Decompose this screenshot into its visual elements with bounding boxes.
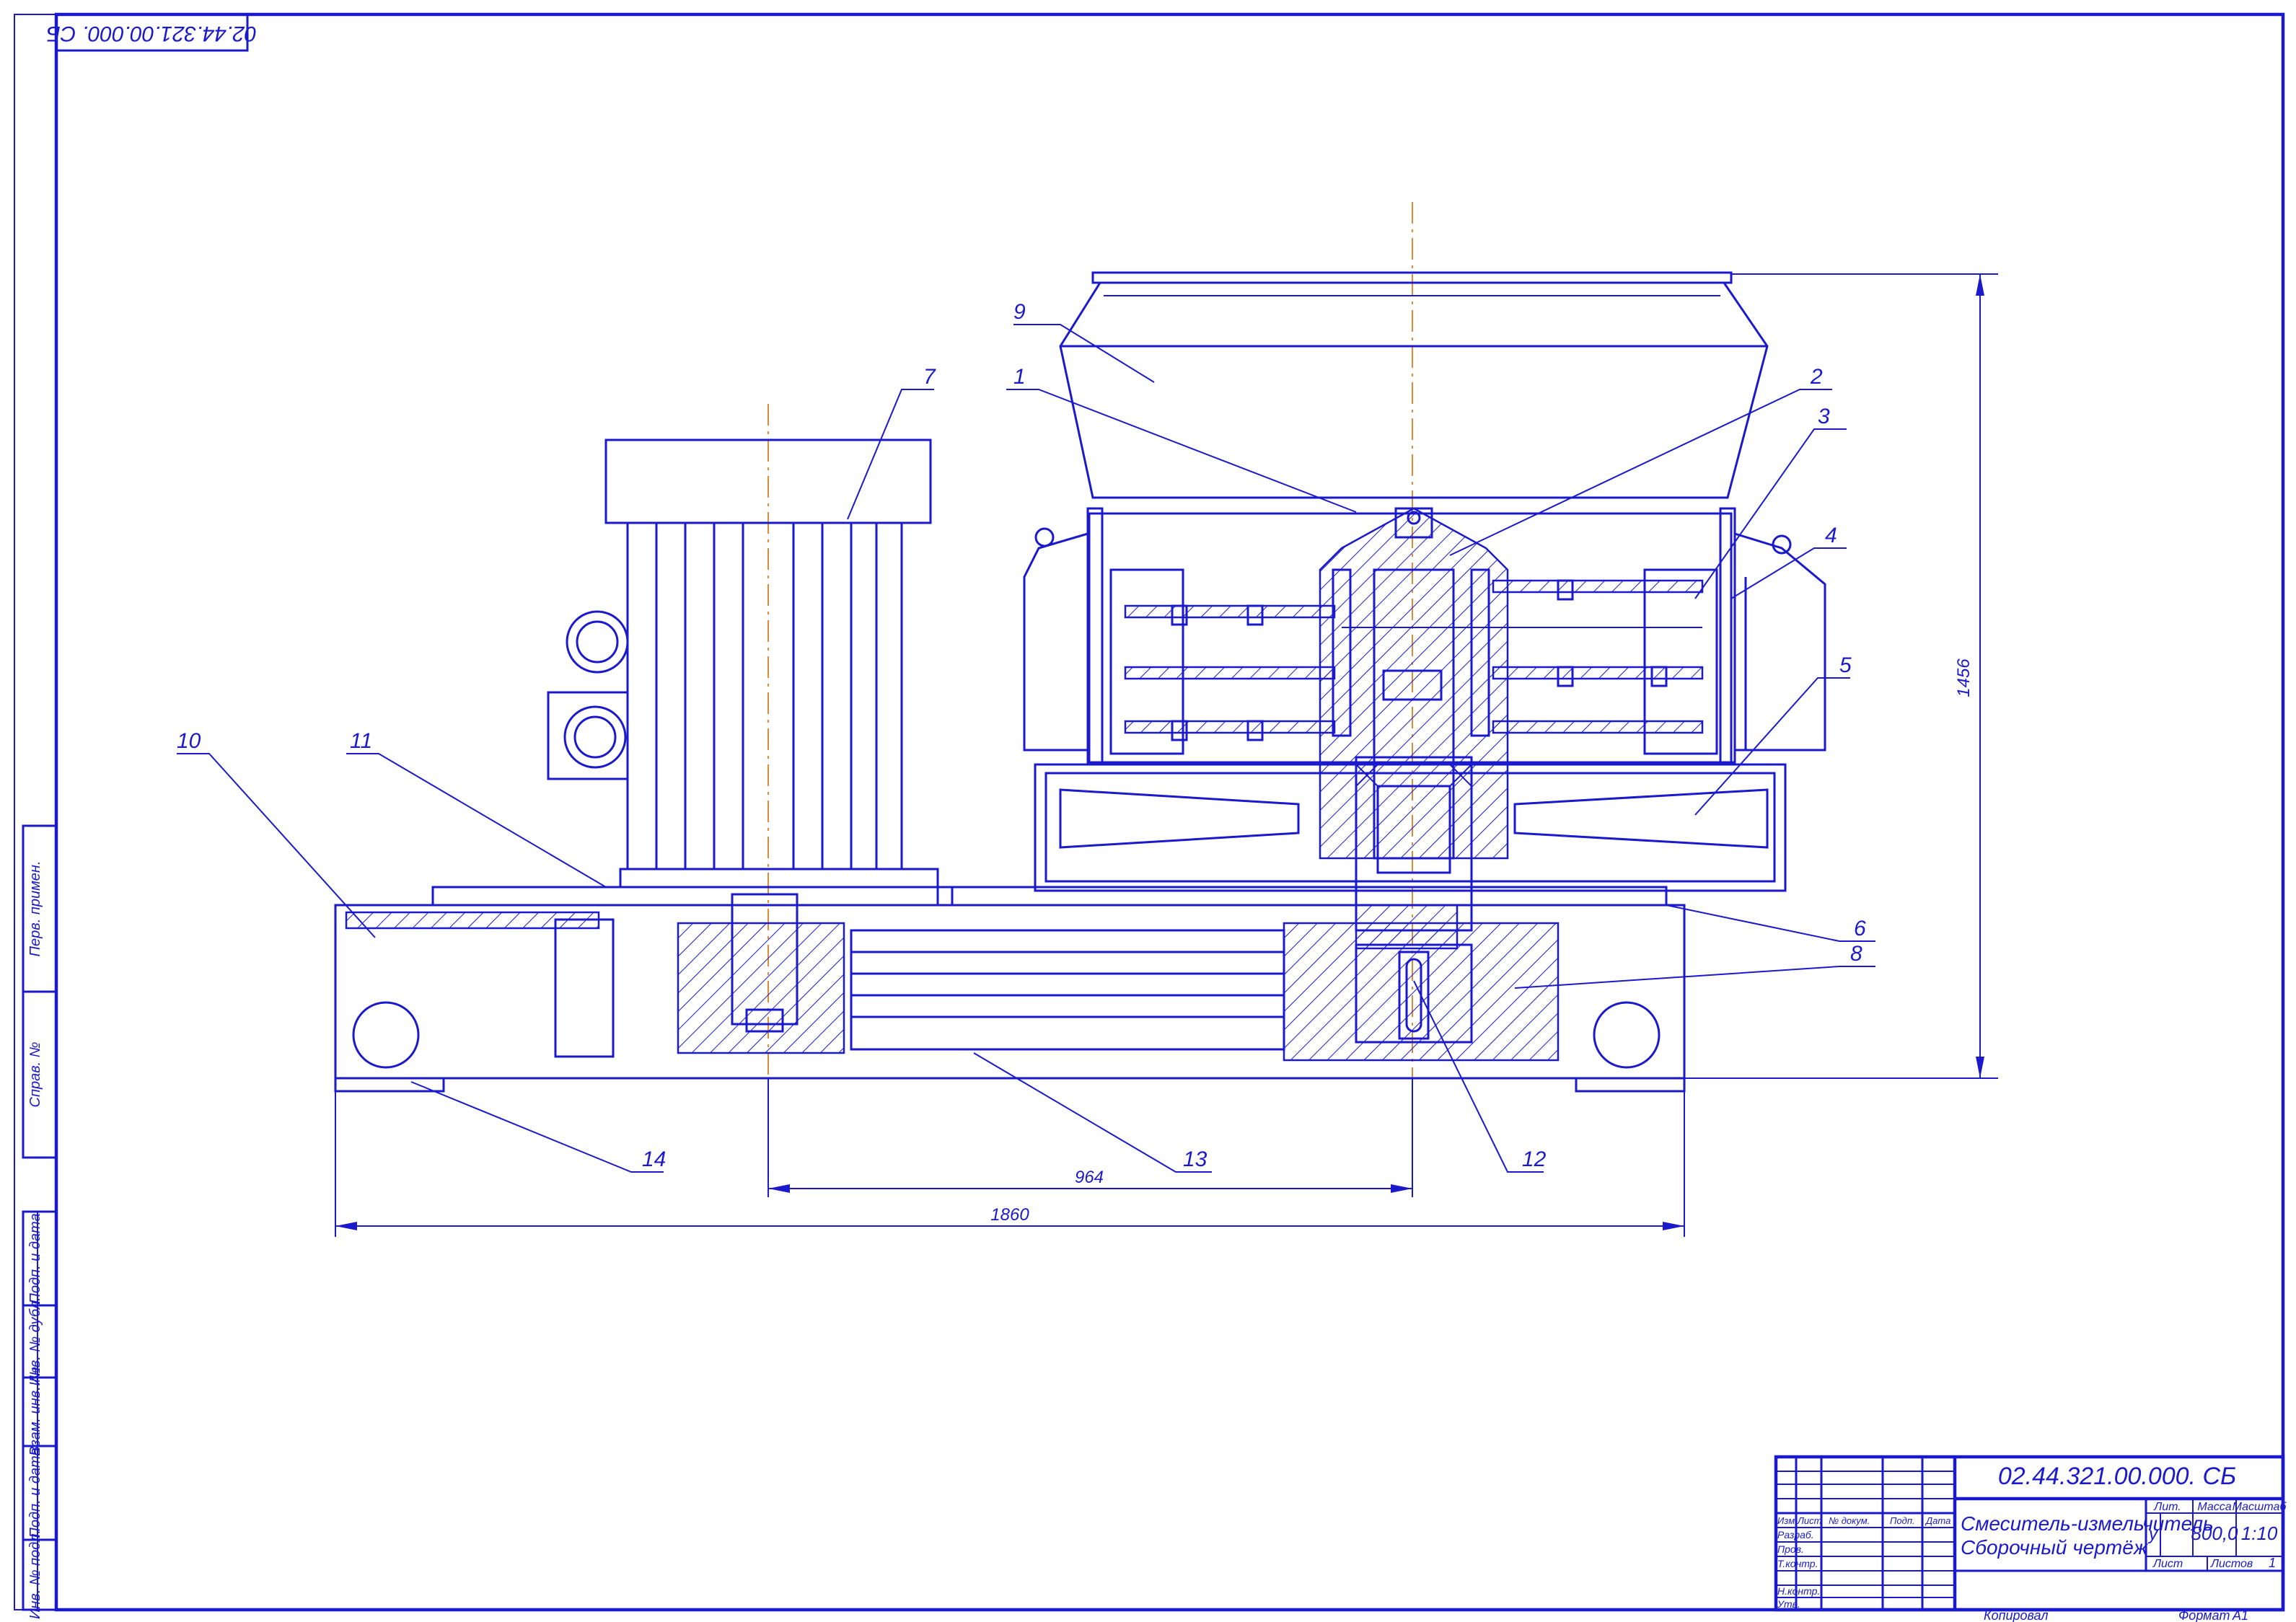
callout-4: 4 bbox=[1825, 524, 1837, 547]
tb-h-scale: Масштаб bbox=[2233, 1501, 2287, 1513]
side-vzam: Взам. инв. № bbox=[27, 1367, 43, 1456]
callout-2: 2 bbox=[1810, 365, 1823, 389]
dim-shaft-distance: 964 bbox=[1075, 1168, 1104, 1187]
corner-code: 02.44.321.00.000. СБ bbox=[46, 22, 256, 45]
tb-nkontr: Н.контр. bbox=[1777, 1585, 1820, 1597]
tb-h-date: Дата bbox=[1925, 1515, 1950, 1526]
corner-code-box: 02.44.321.00.000. СБ bbox=[46, 13, 257, 52]
leaders bbox=[177, 324, 1875, 1173]
tb-h-doc: № докум. bbox=[1829, 1515, 1870, 1526]
callout-5: 5 bbox=[1839, 653, 1852, 677]
dim-height: 1456 bbox=[1954, 658, 1974, 697]
tb-tkontr: Т.контр. bbox=[1777, 1558, 1818, 1569]
callout-9: 9 bbox=[1013, 300, 1026, 324]
dim-length: 1860 bbox=[990, 1205, 1029, 1225]
tb-title-1: Смеситель-измельчитель bbox=[1961, 1512, 2214, 1535]
central-hub bbox=[1319, 507, 1509, 932]
callout-14: 14 bbox=[642, 1147, 666, 1171]
format-value: А1 bbox=[2232, 1608, 2248, 1622]
callout-1: 1 bbox=[1013, 365, 1026, 389]
motor bbox=[547, 438, 939, 889]
tb-code: 02.44.321.00.000. СБ bbox=[1998, 1463, 2236, 1490]
assembly-drawing: 02.44.321.00.000. СБ Перв. примен. Справ… bbox=[14, 12, 2287, 1622]
tb-h-izm: Изм. bbox=[1777, 1515, 1798, 1526]
tb-title-2: Сборочный чертёж bbox=[1961, 1536, 2149, 1559]
hopper bbox=[1059, 271, 1769, 499]
callout-8: 8 bbox=[1850, 942, 1862, 966]
inner-frame bbox=[54, 12, 2285, 1612]
copied-label: Копировал bbox=[1984, 1608, 2049, 1622]
tb-litera: у bbox=[2147, 1525, 2159, 1544]
title-block: 02.44.321.00.000. СБ Смеситель-измельчит… bbox=[1774, 1455, 2287, 1612]
tb-h-mass: Масса bbox=[2197, 1501, 2231, 1513]
tb-h-sign: Подп. bbox=[1890, 1515, 1915, 1526]
base-frame bbox=[334, 886, 1686, 1093]
tb-scale: 1:10 bbox=[2241, 1522, 2278, 1544]
callout-10: 10 bbox=[177, 729, 201, 753]
tb-h-sheets: Листов bbox=[2210, 1558, 2253, 1570]
side-stamp: Перв. примен. Справ. № Подп. и дата Инв.… bbox=[22, 824, 58, 1619]
callout-6: 6 bbox=[1854, 917, 1866, 940]
callout-12: 12 bbox=[1522, 1147, 1547, 1171]
side-podp2: Подп. и дата bbox=[27, 1447, 43, 1538]
outer-frame bbox=[14, 14, 2284, 1610]
callout-13: 13 bbox=[1183, 1147, 1208, 1171]
tb-sheet-count: 1 bbox=[2269, 1556, 2276, 1570]
callout-7: 7 bbox=[923, 365, 936, 389]
tb-h-sheet: Лист bbox=[2152, 1558, 2183, 1570]
tb-razrab: Разраб. bbox=[1777, 1529, 1814, 1541]
tb-mass: 800,0 bbox=[2191, 1522, 2238, 1544]
side-perv: Перв. примен. bbox=[27, 861, 43, 957]
callout-3: 3 bbox=[1818, 405, 1830, 428]
side-sprav: Справ. № bbox=[27, 1042, 43, 1108]
callout-11: 11 bbox=[350, 729, 372, 753]
tb-prov: Пров. bbox=[1777, 1543, 1804, 1555]
side-podp1: Подп. и дата bbox=[27, 1213, 43, 1303]
callouts: 9 1 2 3 4 5 7 10 11 6 8 12 13 14 bbox=[177, 300, 1866, 1171]
tb-h-list: Лист bbox=[1797, 1515, 1822, 1526]
tb-utv: Утв. bbox=[1777, 1598, 1800, 1610]
format-label: Формат bbox=[2178, 1608, 2230, 1622]
tb-h-lit: Лит. bbox=[2153, 1501, 2181, 1513]
side-inv-podl: Инв. № подл. bbox=[27, 1530, 43, 1619]
